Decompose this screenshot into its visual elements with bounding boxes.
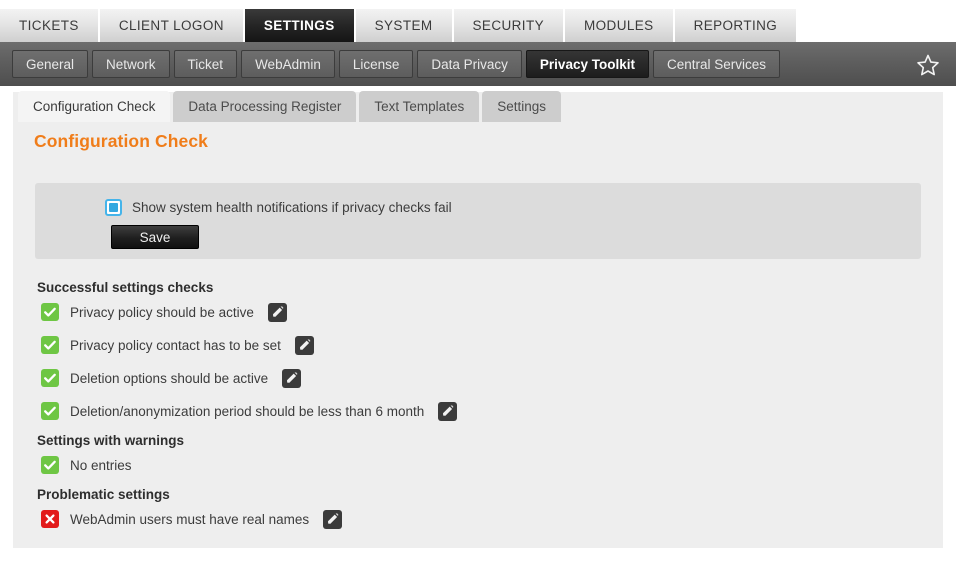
edit-pencil-icon[interactable] (438, 401, 458, 421)
check-group-title: Problematic settings (37, 487, 170, 502)
sub-nav-item-privacy-toolkit[interactable]: Privacy Toolkit (525, 50, 649, 78)
star-icon[interactable] (916, 53, 940, 77)
main-nav-item-modules[interactable]: MODULES (565, 9, 675, 42)
check-group-title: Successful settings checks (37, 280, 214, 295)
sub-nav-item-data-privacy[interactable]: Data Privacy (417, 50, 522, 78)
edit-pencil-icon[interactable] (323, 509, 343, 529)
sub-navigation: General Network Ticket WebAdmin License Data … (0, 42, 956, 86)
sub-nav-item-ticket[interactable]: Ticket (173, 50, 238, 78)
check-label: Privacy policy should be active (70, 304, 254, 320)
notification-checkbox-label: Show system health notifications if priv… (132, 200, 452, 215)
check-success-icon (41, 402, 59, 420)
check-row: Deletion options should be active (35, 367, 921, 389)
page-title: Configuration Check (34, 131, 208, 151)
save-button[interactable]: Save (111, 225, 199, 249)
tab-configuration-check[interactable]: Configuration Check (18, 91, 171, 122)
main-nav-item-security[interactable]: SECURITY (453, 9, 565, 42)
check-success-icon (41, 456, 59, 474)
check-label: Deletion/anonymization period should be … (70, 403, 425, 419)
sub-nav-item-general[interactable]: General (12, 50, 89, 78)
check-group-title: Settings with warnings (37, 433, 185, 448)
main-nav-item-client-logon[interactable]: CLIENT LOGON (99, 9, 245, 42)
sub-nav-item-license[interactable]: License (338, 50, 414, 78)
main-nav-item-settings[interactable]: SETTINGS (244, 9, 356, 42)
tab-text-templates[interactable]: Text Templates (359, 91, 480, 122)
check-row: Privacy policy contact has to be set (35, 334, 921, 356)
tab-settings[interactable]: Settings (482, 91, 561, 122)
check-success-icon (41, 303, 59, 321)
main-nav-item-system[interactable]: SYSTEM (355, 9, 454, 42)
check-error-icon (41, 510, 59, 528)
check-row: WebAdmin users must have real names (35, 508, 921, 530)
notification-settings-widget: Show system health notifications if priv… (35, 183, 921, 259)
content-panel: Configuration Check Data Processing Regis… (13, 91, 943, 548)
show-health-notifications-checkbox[interactable] (105, 199, 122, 216)
sub-nav-item-central-services[interactable]: Central Services (652, 50, 781, 78)
edit-pencil-icon[interactable] (294, 335, 314, 355)
main-nav-item-tickets[interactable]: TICKETS (0, 9, 100, 42)
check-label: WebAdmin users must have real names (70, 511, 310, 527)
check-label: Privacy policy contact has to be set (70, 337, 281, 353)
configuration-check-results: Successful settings checks Privacy policy… (35, 280, 921, 530)
check-row: Deletion/anonymization period should be … (35, 400, 921, 422)
check-success-icon (41, 369, 59, 387)
check-label: Deletion options should be active (70, 370, 269, 386)
notification-checkbox-row[interactable]: Show system health notifications if priv… (105, 199, 452, 216)
check-label: No entries (70, 457, 132, 473)
check-success-icon (41, 336, 59, 354)
edit-pencil-icon[interactable] (282, 368, 302, 388)
inner-tab-strip: Configuration Check Data Processing Regis… (18, 91, 564, 123)
edit-pencil-icon[interactable] (267, 302, 287, 322)
tab-data-processing-register[interactable]: Data Processing Register (173, 91, 357, 122)
main-nav-item-reporting[interactable]: REPORTING (674, 9, 799, 42)
sub-nav-item-webadmin[interactable]: WebAdmin (241, 50, 335, 78)
check-row: No entries (35, 454, 921, 476)
sub-nav-item-network[interactable]: Network (92, 50, 170, 78)
main-navigation: TICKETS CLIENT LOGON SETTINGS SYSTEM SECURIT… (0, 0, 956, 42)
check-row: Privacy policy should be active (35, 301, 921, 323)
